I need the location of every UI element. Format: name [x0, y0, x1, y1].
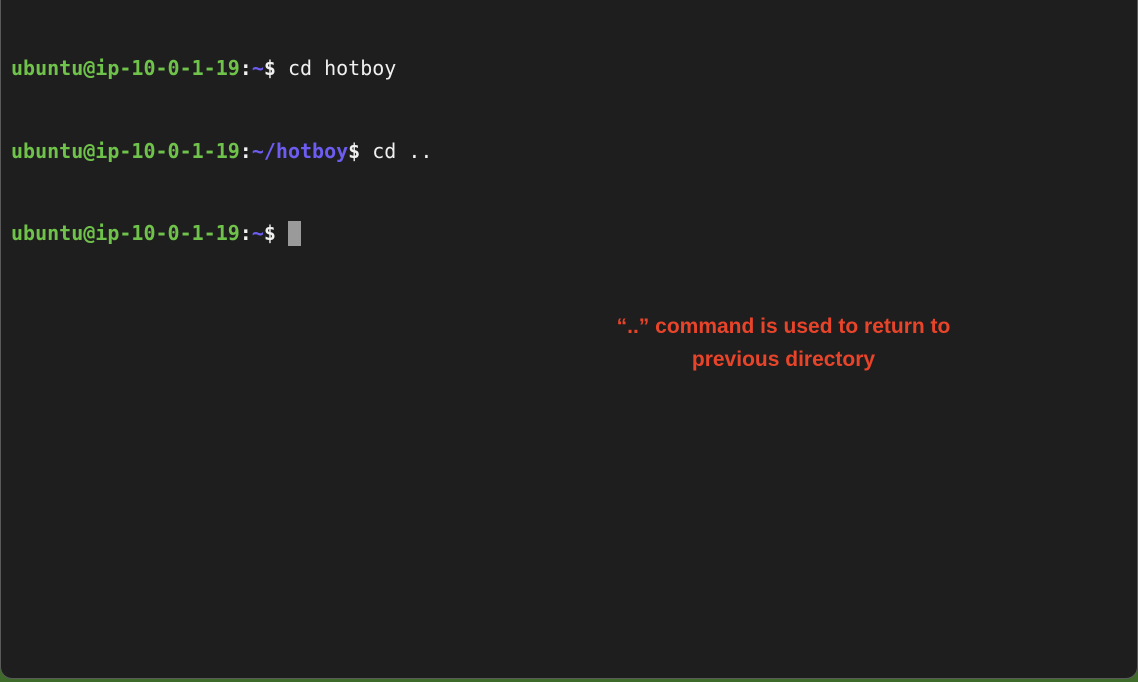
prompt-colon: : — [239, 221, 252, 245]
user-host: ubuntu@ip-10-0-1-19 — [11, 138, 240, 163]
user-host: ubuntu@ip-10-0-1-19 — [11, 221, 240, 245]
user-host: ubuntu@ip-10-0-1-19 — [11, 56, 240, 80]
command-text: cd .. — [360, 138, 433, 163]
current-path: ~/hotboy — [251, 138, 349, 163]
terminal-window[interactable]: ubuntu@ip-10-0-1-19:~$ cd hotboy ubuntu@… — [0, 0, 1138, 679]
command-text: cd hotboy — [275, 56, 397, 80]
text-cursor — [287, 221, 301, 246]
prompt-symbol: $ — [263, 56, 276, 80]
current-path: ~ — [251, 56, 264, 80]
terminal-line-active[interactable]: ubuntu@ip-10-0-1-19:~$ — [11, 220, 432, 248]
terminal-line: ubuntu@ip-10-0-1-19:~/hotboy$ cd .. — [11, 138, 432, 166]
annotation-line-1: “..” command is used to return to — [616, 315, 951, 338]
prompt-colon: : — [239, 56, 252, 80]
terminal-line: ubuntu@ip-10-0-1-19:~$ cd hotboy — [11, 55, 432, 83]
prompt-symbol: $ — [348, 138, 361, 163]
prompt-colon: : — [239, 138, 252, 163]
prompt-symbol: $ — [263, 221, 276, 245]
annotation-line-2: previous directory — [691, 348, 876, 371]
terminal-output: ubuntu@ip-10-0-1-19:~$ cd hotboy ubuntu@… — [11, 0, 432, 303]
current-path: ~ — [251, 221, 264, 245]
annotation-note: “..” command is used to return to previo… — [531, 310, 1036, 376]
